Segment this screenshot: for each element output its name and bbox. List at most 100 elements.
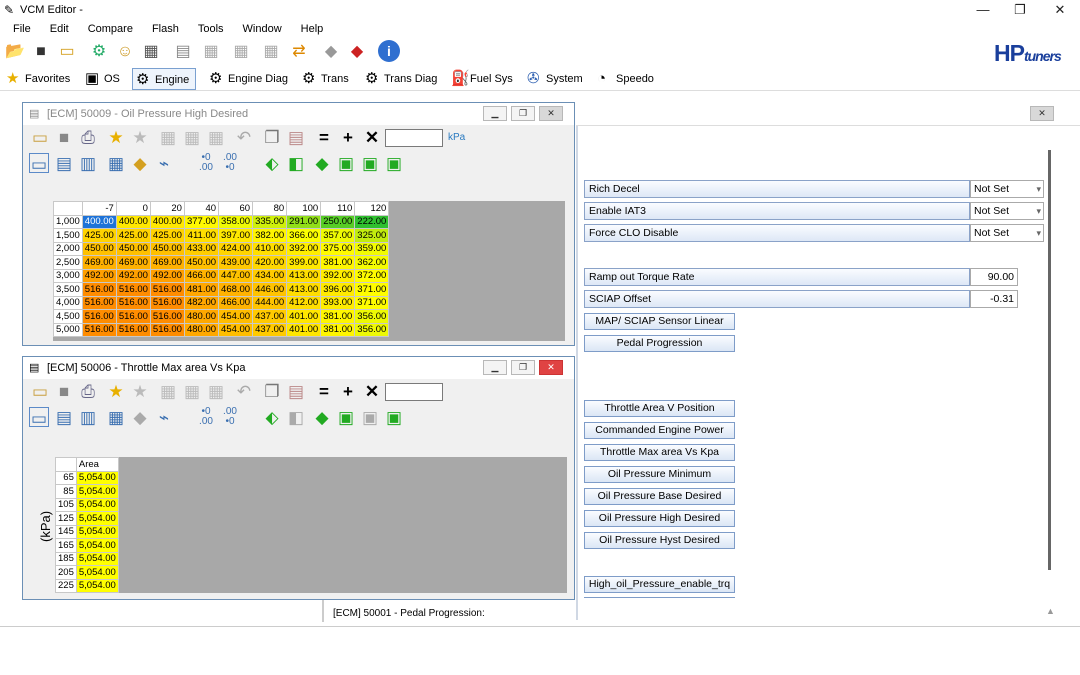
row-header[interactable]: 3,000: [53, 268, 83, 283]
column-header[interactable]: 20: [149, 201, 185, 216]
table-cell[interactable]: 410.00: [252, 241, 288, 256]
row-header[interactable]: 5,000: [53, 322, 83, 337]
open-icon[interactable]: ▭: [29, 127, 51, 149]
row-header[interactable]: 4,000: [53, 295, 83, 310]
table-cell[interactable]: 291.00: [286, 214, 322, 229]
table-cell[interactable]: 381.00: [320, 322, 356, 337]
table-cell[interactable]: 399.00: [286, 255, 322, 270]
fill-range-icon[interactable]: ▣: [359, 407, 381, 429]
table-cell[interactable]: 401.00: [286, 322, 322, 337]
row-header[interactable]: 205: [55, 565, 77, 580]
menu-flash[interactable]: Flash: [152, 20, 179, 38]
table-button[interactable]: Oil Pressure Hyst Desired: [584, 532, 735, 549]
view-table-icon[interactable]: ▭: [29, 407, 49, 428]
table-button[interactable]: Pedal Progression: [584, 335, 735, 352]
switch-select[interactable]: Not Set ▾: [970, 180, 1044, 198]
tab-engine[interactable]: ⚙ Engine: [132, 68, 197, 90]
interpolate-h-icon[interactable]: ◧: [285, 407, 307, 429]
column-header[interactable]: 0: [115, 201, 151, 216]
window-minimize-button[interactable]: ▁: [483, 106, 507, 121]
table-cell[interactable]: 454.00: [218, 322, 254, 337]
row-header[interactable]: 85: [55, 484, 77, 499]
multiply-icon[interactable]: ✕: [361, 381, 383, 403]
tab-os[interactable]: ▣ OS: [82, 68, 126, 90]
graph-icon[interactable]: ⌁: [153, 153, 175, 175]
table-cell[interactable]: 381.00: [320, 309, 356, 324]
table-cell[interactable]: 5,054.00: [75, 551, 119, 566]
table-cell[interactable]: 325.00: [354, 228, 390, 243]
table-cell[interactable]: 5,054.00: [75, 578, 119, 593]
table-cell[interactable]: 450.00: [149, 241, 185, 256]
table-cell[interactable]: 492.00: [149, 268, 185, 283]
close-button[interactable]: ✕: [1040, 2, 1080, 18]
column-header[interactable]: 100: [286, 201, 322, 216]
tab-system[interactable]: ✇ System: [524, 68, 589, 90]
table-cell[interactable]: 424.00: [218, 241, 254, 256]
row-header[interactable]: 145: [55, 524, 77, 539]
table-cell[interactable]: 335.00: [252, 214, 288, 229]
table-cell[interactable]: 516.00: [81, 309, 117, 324]
window-restore-button[interactable]: ❐: [511, 360, 535, 375]
favorite-icon[interactable]: ★: [129, 381, 151, 403]
table-cell[interactable]: 5,054.00: [75, 470, 119, 485]
copy-icon[interactable]: ❐: [261, 127, 283, 149]
minimize-button[interactable]: —: [963, 2, 1003, 17]
table-cell[interactable]: 447.00: [218, 268, 254, 283]
table-cell[interactable]: 5,054.00: [75, 511, 119, 526]
table-cell[interactable]: 222.00: [354, 214, 390, 229]
smooth-icon[interactable]: ◆: [311, 407, 333, 429]
table-button[interactable]: Oil Pressure Base Desired: [584, 488, 735, 505]
table-cell[interactable]: 516.00: [81, 322, 117, 337]
menu-help[interactable]: Help: [301, 20, 324, 38]
undo-icon[interactable]: ↶: [233, 381, 255, 403]
value-input[interactable]: [385, 129, 443, 147]
table-cell[interactable]: 450.00: [183, 255, 220, 270]
table-cell[interactable]: 439.00: [218, 255, 254, 270]
table-cell[interactable]: 357.00: [320, 228, 356, 243]
row-header[interactable]: 4,500: [53, 309, 83, 324]
table-button[interactable]: Commanded Engine Power: [584, 422, 735, 439]
interpolate-icon[interactable]: ⬖: [261, 407, 283, 429]
scrollbar[interactable]: [1048, 150, 1051, 570]
plus-icon[interactable]: +: [337, 127, 359, 149]
column-header[interactable]: Area: [75, 457, 119, 472]
flash-read-icon[interactable]: ◆: [320, 41, 342, 63]
grid3-icon[interactable]: ▦: [205, 381, 227, 403]
table-cell[interactable]: 393.00: [320, 295, 356, 310]
table-cell[interactable]: 492.00: [81, 268, 117, 283]
row-header[interactable]: 2,000: [53, 241, 83, 256]
column-header[interactable]: 40: [183, 201, 220, 216]
row-header[interactable]: 3,500: [53, 282, 83, 297]
row-header[interactable]: 185: [55, 551, 77, 566]
table-cell[interactable]: 382.00: [252, 228, 288, 243]
history-icon[interactable]: ▦: [140, 41, 162, 63]
table-cell[interactable]: 392.00: [320, 268, 356, 283]
table-button[interactable]: Oil Pressure High Desired: [584, 510, 735, 527]
flash-write-icon[interactable]: ◆: [346, 41, 368, 63]
table-cell[interactable]: 400.00: [115, 214, 151, 229]
select-all-icon[interactable]: ▣: [383, 407, 405, 429]
table-cell[interactable]: 372.00: [354, 268, 390, 283]
table-cell[interactable]: 446.00: [252, 282, 288, 297]
interpolate-icon[interactable]: ⬖: [261, 153, 283, 175]
paste-icon[interactable]: ▤: [285, 381, 307, 403]
tab-trans-diag[interactable]: ⚙ Trans Diag: [362, 68, 443, 90]
table-cell[interactable]: 377.00: [183, 214, 220, 229]
grid2-icon[interactable]: ▦: [181, 127, 203, 149]
add-favorite-icon[interactable]: ★: [105, 127, 127, 149]
undo-icon[interactable]: ↶: [233, 127, 255, 149]
compare-icon[interactable]: ▦: [230, 41, 252, 63]
tab-speedo[interactable]: ◔ Speedo: [594, 68, 660, 90]
window-close-button[interactable]: ✕: [539, 106, 563, 121]
table-icon[interactable]: ▤: [172, 41, 194, 63]
row-header[interactable]: 125: [55, 511, 77, 526]
row-header[interactable]: 1,500: [53, 228, 83, 243]
paste-icon[interactable]: ▤: [285, 127, 307, 149]
table-cell[interactable]: 411.00: [183, 228, 220, 243]
table-cell[interactable]: 362.00: [354, 255, 390, 270]
table-cell[interactable]: 469.00: [81, 255, 117, 270]
print-icon[interactable]: ⎙: [77, 381, 99, 403]
table-cell[interactable]: 412.00: [286, 295, 322, 310]
table-cell[interactable]: 392.00: [286, 241, 322, 256]
table-cell[interactable]: 356.00: [354, 322, 390, 337]
